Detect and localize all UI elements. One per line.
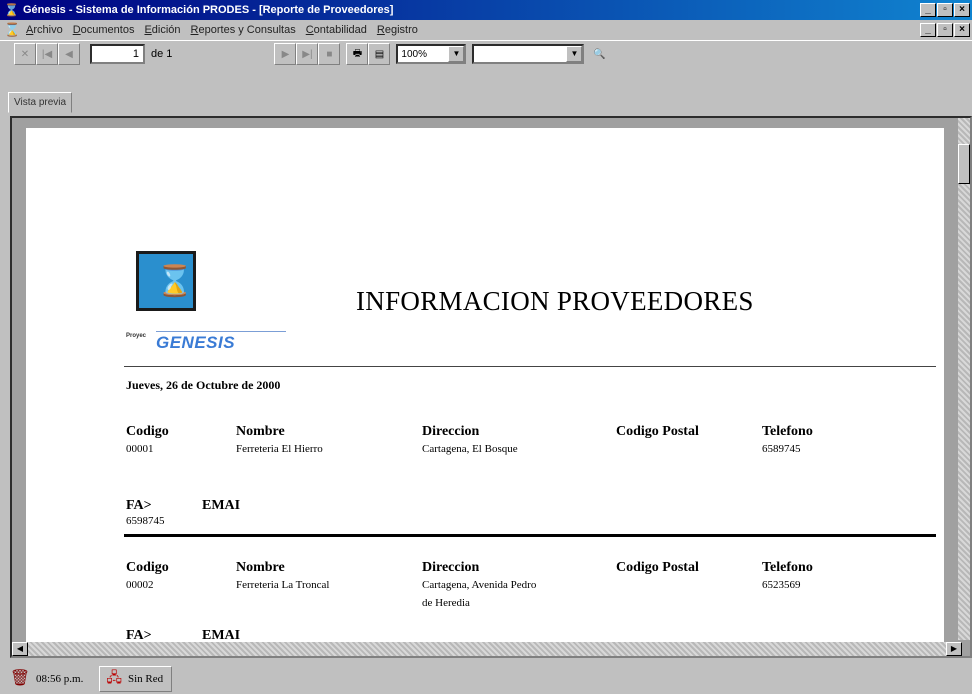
page-count-label: de 1 (151, 48, 173, 60)
genesis-logo: ⌛ (136, 251, 196, 311)
mdi-close-button[interactable]: × (954, 23, 970, 37)
horizontal-scrollbar[interactable]: ◀ ▶ (12, 642, 962, 656)
close-button[interactable]: × (954, 3, 970, 17)
scroll-left-button[interactable]: ◀ (12, 642, 28, 656)
close-report-button[interactable]: ✕ (14, 43, 36, 65)
brand-project-label: Proyec (126, 333, 147, 339)
print-icon[interactable]: 🖶 (346, 43, 369, 65)
title-bar: ⌛ Génesis - Sistema de Información PRODE… (0, 0, 972, 20)
search-select[interactable]: ▼ (472, 44, 585, 64)
hourglass-icon: ⌛ (156, 265, 194, 298)
export-icon[interactable]: ▤ (368, 43, 391, 65)
network-status[interactable]: 🖧 Sin Red (99, 666, 173, 692)
cell-direccion: Cartagena, Avenida Pedro (422, 579, 537, 591)
header-nombre: Nombre (236, 560, 285, 575)
header-fax: FA> (126, 498, 152, 513)
vertical-scrollbar[interactable] (958, 118, 970, 640)
page-number-input[interactable]: 1 (90, 44, 145, 64)
toolbar-row: ✕ |◀ ◀ 1 de 1 ▶ ▶| ■ 🖶 ▤ 100% ▼ ▼ 🔍 (14, 41, 610, 67)
brand-name: GENESIS (156, 333, 236, 352)
first-page-button[interactable]: |◀ (36, 43, 58, 65)
header-email: EMAI (202, 498, 241, 513)
maximize-button[interactable]: ▫ (937, 3, 953, 17)
cell-nombre: Ferreteria El Hierro (236, 443, 323, 455)
menu-registro[interactable]: Registro (377, 24, 418, 36)
window-controls: _ ▫ × (920, 3, 970, 17)
stop-button[interactable]: ■ (318, 43, 341, 65)
cell-fax: 6598745 (126, 515, 165, 527)
zoom-select[interactable]: 100% ▼ (396, 44, 467, 64)
header-codigo-postal: Codigo Postal (616, 560, 699, 575)
cell-codigo: 00002 (126, 579, 154, 591)
header-telefono: Telefono (762, 424, 813, 439)
report-title: INFORMACION PROVEEDORES (356, 286, 754, 316)
scroll-right-button[interactable]: ▶ (946, 642, 962, 656)
mdi-restore-button[interactable]: ▫ (937, 23, 953, 37)
report-date: Jueves, 26 de Octubre de 2000 (126, 378, 281, 392)
cell-direccion-line2: de Heredia (422, 597, 470, 609)
report-page: ⌛ Proyec GENESIS INFORMACION PROVEEDORES… (26, 128, 944, 648)
record-divider (124, 534, 936, 537)
zoom-value: 100% (401, 48, 427, 60)
header-direccion: Direccion (422, 560, 480, 575)
status-bar: 🗑 08:56 p.m. 🖧 Sin Red (0, 664, 972, 694)
menu-contabilidad[interactable]: Contabilidad (306, 24, 367, 36)
tab-vista-previa[interactable]: Vista previa (8, 92, 73, 113)
cell-nombre: Ferreteria La Troncal (236, 579, 330, 591)
network-label: Sin Red (128, 673, 164, 685)
cell-codigo: 00001 (126, 443, 154, 455)
menu-edicion[interactable]: Edición (144, 24, 180, 36)
status-time: 08:56 p.m. (36, 673, 84, 685)
cell-direccion: Cartagena, El Bosque (422, 443, 518, 455)
header-direccion: Direccion (422, 424, 480, 439)
mdi-controls: _ ▫ × (920, 23, 970, 37)
trash-icon[interactable]: 🗑 (8, 668, 32, 690)
scroll-thumb[interactable] (958, 144, 970, 184)
cell-telefono: 6589745 (762, 443, 801, 455)
minimize-button[interactable]: _ (920, 3, 936, 17)
header-telefono: Telefono (762, 560, 813, 575)
network-disconnected-icon: 🖧 (106, 671, 122, 686)
divider (124, 366, 936, 367)
binoculars-icon[interactable]: 🔍 (588, 43, 610, 65)
header-codigo: Codigo (126, 424, 169, 439)
hourglass-icon[interactable]: ⌛ (4, 3, 19, 17)
header-nombre: Nombre (236, 424, 285, 439)
chevron-down-icon[interactable]: ▼ (566, 46, 583, 62)
document-hourglass-icon[interactable]: ⌛ (4, 22, 20, 38)
menu-documentos[interactable]: Documentos (73, 24, 135, 36)
report-toolbar: ✕ |◀ ◀ 1 de 1 ▶ ▶| ■ 🖶 ▤ 100% ▼ ▼ 🔍 (0, 40, 972, 92)
menu-reportes[interactable]: Reportes y Consultas (191, 24, 296, 36)
chevron-down-icon[interactable]: ▼ (448, 46, 465, 62)
menu-archivo[interactable]: Archivo (26, 24, 63, 36)
tab-strip: Vista previa (8, 92, 73, 116)
mdi-minimize-button[interactable]: _ (920, 23, 936, 37)
last-page-button[interactable]: ▶| (296, 43, 319, 65)
cell-telefono: 6523569 (762, 579, 801, 591)
header-codigo: Codigo (126, 560, 169, 575)
window-title: Génesis - Sistema de Información PRODES … (23, 4, 394, 16)
report-viewer: ⌛ Proyec GENESIS INFORMACION PROVEEDORES… (10, 116, 972, 658)
prev-page-button[interactable]: ◀ (58, 43, 80, 65)
menu-bar: ⌛ Archivo Documentos Edición Reportes y … (0, 20, 972, 40)
header-codigo-postal: Codigo Postal (616, 424, 699, 439)
next-page-button[interactable]: ▶ (274, 43, 297, 65)
